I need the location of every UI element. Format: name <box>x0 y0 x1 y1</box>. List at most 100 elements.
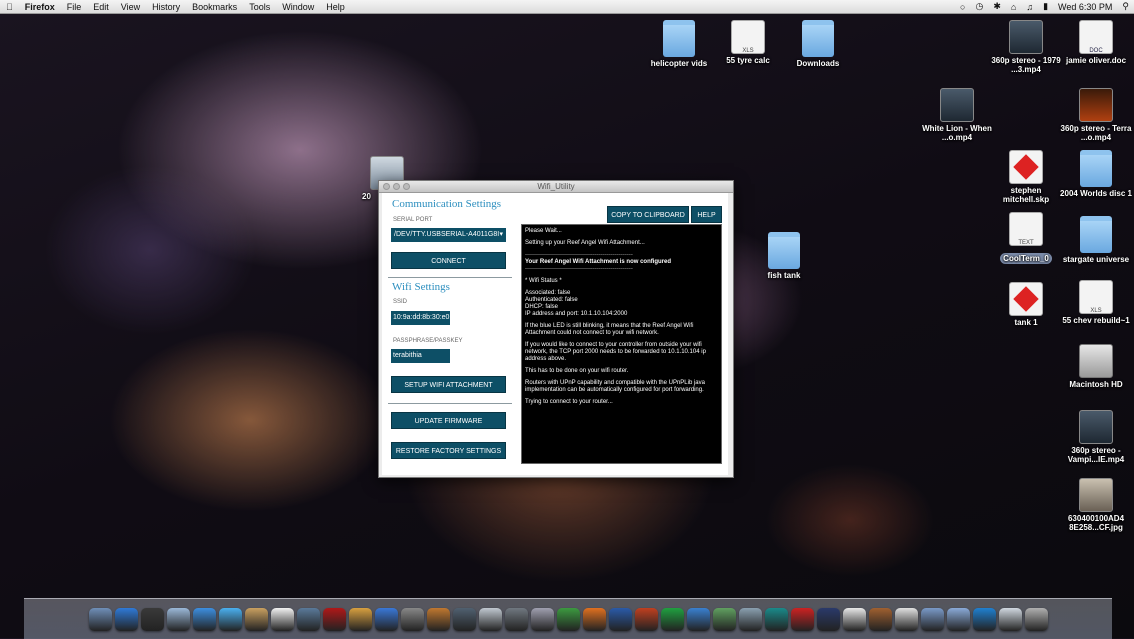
firefox-icon[interactable] <box>582 608 606 631</box>
menu-window[interactable]: Window <box>276 2 320 12</box>
mail-stamp-icon[interactable] <box>166 608 190 631</box>
spreadsheet-icon: XLS <box>731 20 765 54</box>
desktop-icon-coolterm[interactable]: TEXT CoolTerm_0 <box>988 212 1064 266</box>
menu-tools[interactable]: Tools <box>243 2 276 12</box>
console-line: If the blue LED is still blinking, it me… <box>525 323 694 336</box>
connect-button[interactable]: CONNECT <box>391 252 506 269</box>
dropbox-icon[interactable]: ○ <box>955 2 970 12</box>
ical-icon[interactable] <box>270 608 294 631</box>
zoom-icon[interactable] <box>403 183 410 190</box>
serial-port-label: SERIAL PORT <box>393 217 433 223</box>
desktop-icon-downloads[interactable]: Downloads <box>780 20 856 68</box>
copy-to-clipboard-button[interactable]: COPY TO CLIPBOARD <box>607 206 689 223</box>
trash-icon[interactable] <box>1024 608 1048 631</box>
ssid-label: SSID <box>393 299 408 305</box>
menu-edit[interactable]: Edit <box>87 2 115 12</box>
appstore-icon[interactable] <box>114 608 138 631</box>
timemachine-icon[interactable] <box>452 608 476 631</box>
transmission-icon[interactable] <box>738 608 762 631</box>
console-line: This has to be done on your wifi router. <box>525 368 629 374</box>
desktop-icon-stephen-mitchell[interactable]: stephen mitchell.skp <box>988 150 1064 204</box>
dashboard-icon[interactable] <box>140 608 164 631</box>
folder-icon[interactable] <box>920 608 944 631</box>
divider <box>388 403 512 404</box>
ichat-icon[interactable] <box>218 608 242 631</box>
window-titlebar[interactable]: Wifi_Utility <box>379 181 733 193</box>
output-console[interactable]: Please Wait... Setting up your Reef Ange… <box>521 224 722 464</box>
imovie-icon[interactable] <box>400 608 424 631</box>
safari-icon[interactable] <box>192 608 216 631</box>
sketchup-file-icon <box>1009 150 1043 184</box>
desktop-icon-helicopter-vids[interactable]: helicopter vids <box>641 20 717 68</box>
desktop-icon-jamie-oliver[interactable]: DOC jamie oliver.doc <box>1058 20 1134 65</box>
desktop-icon-white-lion[interactable]: White Lion - When ...o.mp4 <box>919 88 995 142</box>
desktop-icon-stargate[interactable]: stargate universe <box>1058 216 1134 264</box>
iphoto-icon[interactable] <box>296 608 320 631</box>
script-icon[interactable] <box>530 608 554 631</box>
downloads-icon[interactable] <box>972 608 996 631</box>
sketchup-icon[interactable] <box>790 608 814 631</box>
powerpoint-icon[interactable] <box>634 608 658 631</box>
desktop-icon-55-chev[interactable]: XLS 55 chev rebuild~1 <box>1058 280 1134 325</box>
photobooth-icon[interactable] <box>322 608 346 631</box>
minimize-icon[interactable] <box>393 183 400 190</box>
console-rule: ----------------------------------------… <box>525 266 633 272</box>
desktop-icon-fish-tank[interactable]: fish tank <box>746 232 822 280</box>
utility-icon[interactable] <box>712 608 736 631</box>
word-icon[interactable] <box>608 608 632 631</box>
console-line: DHCP: false <box>525 304 559 310</box>
document-icon[interactable] <box>894 608 918 631</box>
desktop-icon-jpg[interactable]: 630400100AD4 8E258...CF.jpg <box>1058 478 1134 532</box>
arduino-icon[interactable] <box>764 608 788 631</box>
apple-menu-icon[interactable]:  <box>0 2 19 12</box>
desktop-icon-55-tyre-calc[interactable]: XLS 55 tyre calc <box>710 20 786 65</box>
finder-icon[interactable] <box>88 608 112 631</box>
serial-port-select[interactable]: /DEV/TTY.USBSERIAL-A4011G8I ▾ <box>391 228 506 242</box>
restore-factory-button[interactable]: RESTORE FACTORY SETTINGS <box>391 442 506 459</box>
menu-app-name[interactable]: Firefox <box>19 2 61 12</box>
excel-icon[interactable] <box>660 608 684 631</box>
menu-file[interactable]: File <box>61 2 88 12</box>
desktop-icon-360p-vampi[interactable]: 360p stereo - Vampi...IE.mp4 <box>1058 410 1134 464</box>
wifi-icon[interactable]: ⌂ <box>1006 2 1021 12</box>
preview-icon[interactable] <box>478 608 502 631</box>
folder-icon <box>802 20 834 57</box>
desktop-icon-360p-1979[interactable]: 360p stereo - 1979 ...3.mp4 <box>988 20 1064 74</box>
setup-wifi-button[interactable]: SETUP WIFI ATTACHMENT <box>391 376 506 393</box>
desktop-icon-macintosh-hd[interactable]: Macintosh HD <box>1058 344 1134 389</box>
menu-history[interactable]: History <box>146 2 186 12</box>
passphrase-input[interactable]: terabithia <box>391 349 450 363</box>
stack-icon[interactable] <box>998 608 1022 631</box>
menu-view[interactable]: View <box>115 2 146 12</box>
system-prefs-icon[interactable] <box>504 608 528 631</box>
desktop-icon-360p-terra[interactable]: 360p stereo - Terra ...o.mp4 <box>1058 88 1134 142</box>
garageband-icon[interactable] <box>426 608 450 631</box>
console-rule: ----------------------------------------… <box>525 252 633 258</box>
textedit-icon[interactable] <box>842 608 866 631</box>
desktop-icon-tank-1[interactable]: tank 1 <box>988 282 1064 327</box>
spotlight-icon[interactable]: ⚲ <box>1117 1 1134 12</box>
itunes-icon[interactable] <box>374 608 398 631</box>
menu-help[interactable]: Help <box>320 2 351 12</box>
console-line: If you would like to connect to your con… <box>525 342 706 362</box>
help-button[interactable]: HELP <box>691 206 722 223</box>
close-icon[interactable] <box>383 183 390 190</box>
image-icon[interactable] <box>348 608 372 631</box>
addressbook-icon[interactable] <box>244 608 268 631</box>
numbers-icon[interactable] <box>556 608 580 631</box>
reefangel-icon[interactable] <box>816 608 840 631</box>
desktop-icon-2004-worlds[interactable]: 2004 Worlds disc 1 <box>1058 150 1134 198</box>
bluetooth-icon[interactable]: ✱ <box>988 1 1006 12</box>
battery-icon[interactable]: ▮ <box>1038 1 1053 12</box>
timemachine-status-icon[interactable]: ◷ <box>970 1 988 12</box>
folder2-icon[interactable] <box>946 608 970 631</box>
menu-bookmarks[interactable]: Bookmarks <box>186 2 243 12</box>
update-firmware-button[interactable]: UPDATE FIRMWARE <box>391 412 506 429</box>
passphrase-label: PASSPHRASE/PASSKEY <box>393 338 463 344</box>
menu-clock[interactable]: Wed 6:30 PM <box>1053 2 1117 12</box>
messenger-icon[interactable] <box>686 608 710 631</box>
ssid-input[interactable]: 10:9a:dd:8b:30:e0 <box>391 311 450 325</box>
volume-icon[interactable]: ♫ <box>1021 2 1038 12</box>
word-document-icon: DOC <box>1079 20 1113 54</box>
tools-icon[interactable] <box>868 608 892 631</box>
